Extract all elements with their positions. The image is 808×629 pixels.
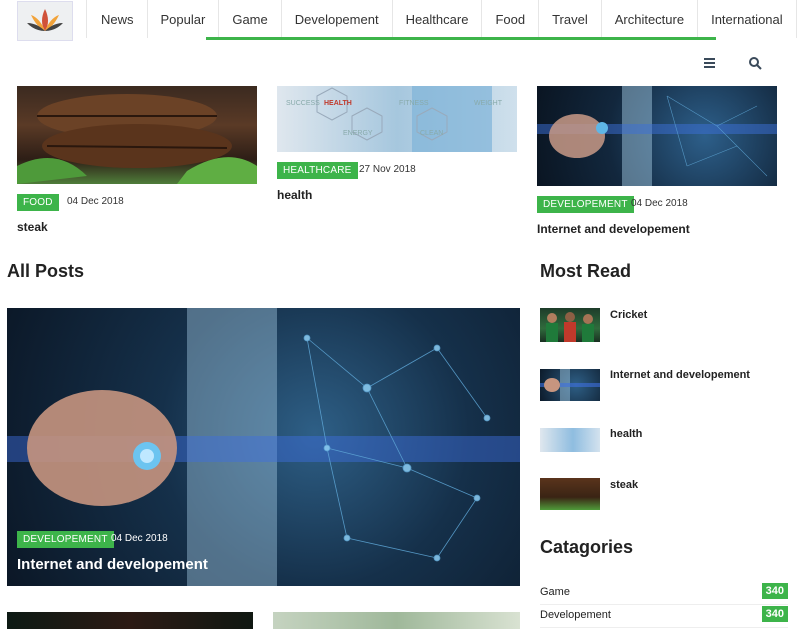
main-nav: News Popular Game Developement Healthcar… (86, 0, 797, 40)
most-read-thumb-health[interactable] (540, 428, 600, 452)
post-title[interactable]: steak (17, 220, 48, 234)
image-word-energy: ENERGY (343, 130, 373, 137)
nav-developement[interactable]: Developement (280, 0, 392, 38)
most-read-title[interactable]: health (610, 428, 642, 440)
category-label: Developement (540, 609, 611, 621)
all-posts-heading: All Posts (7, 261, 85, 281)
nav-active-underline (206, 37, 716, 40)
search-icon[interactable] (748, 56, 762, 70)
featured-category-badge[interactable]: DEVELOPEMENT (17, 531, 114, 548)
post-title[interactable]: Internet and developement (537, 222, 690, 236)
image-word-weight: WEIGHT (474, 100, 503, 107)
image-word-success: SUCCESS (286, 100, 320, 107)
category-label: Game (540, 586, 570, 598)
category-badge[interactable]: DEVELOPEMENT (537, 196, 634, 213)
nav-popular[interactable]: Popular (146, 0, 219, 38)
most-read-heading: Most Read (540, 261, 632, 281)
most-read-thumb-cricket[interactable] (540, 308, 600, 342)
category-row-game[interactable]: Game 340 (540, 583, 788, 605)
post-date: 04 Dec 2018 (631, 198, 688, 209)
categories-heading: Catagories (540, 537, 634, 557)
card-image-internet[interactable] (537, 86, 777, 186)
nav-news[interactable]: News (86, 0, 147, 38)
category-row-developement[interactable]: Developement 340 (540, 606, 788, 628)
card-image-health[interactable]: SUCCESS HEALTH FITNESS WEIGHT ENERGY CLE… (277, 86, 517, 152)
featured-post-date: 04 Dec 2018 (111, 533, 168, 544)
nav-travel[interactable]: Travel (538, 0, 601, 38)
most-read-title[interactable]: Cricket (610, 309, 647, 321)
category-count-badge: 340 (761, 606, 788, 622)
post-image-partial[interactable] (7, 612, 253, 629)
featured-post-title[interactable]: Internet and developement (17, 556, 208, 573)
category-badge[interactable]: FOOD (17, 194, 59, 211)
post-date: 27 Nov 2018 (359, 164, 416, 175)
image-word-fitness: FITNESS (399, 100, 429, 107)
image-word-health: HEALTH (324, 100, 352, 107)
post-date: 04 Dec 2018 (67, 196, 124, 207)
image-word-clean: CLEAN (420, 130, 443, 137)
post-title[interactable]: health (277, 188, 312, 202)
most-read-title[interactable]: Internet and developement (610, 369, 750, 381)
nav-architecture[interactable]: Architecture (600, 0, 697, 38)
lotus-logo-icon (27, 9, 63, 31)
nav-game[interactable]: Game (218, 0, 280, 38)
category-badge[interactable]: HEALTHCARE (277, 162, 358, 179)
nav-healthcare[interactable]: Healthcare (391, 0, 482, 38)
post-image-partial[interactable] (273, 612, 520, 629)
category-count-badge: 340 (761, 583, 788, 599)
card-image-steak[interactable] (17, 86, 257, 184)
nav-food[interactable]: Food (481, 0, 538, 38)
site-logo[interactable] (17, 1, 73, 41)
most-read-thumb-internet[interactable] (540, 369, 600, 401)
most-read-title[interactable]: steak (610, 479, 638, 491)
nav-international[interactable]: International (697, 0, 797, 38)
most-read-thumb-steak[interactable] (540, 478, 600, 510)
hamburger-menu-icon[interactable] (703, 57, 717, 69)
